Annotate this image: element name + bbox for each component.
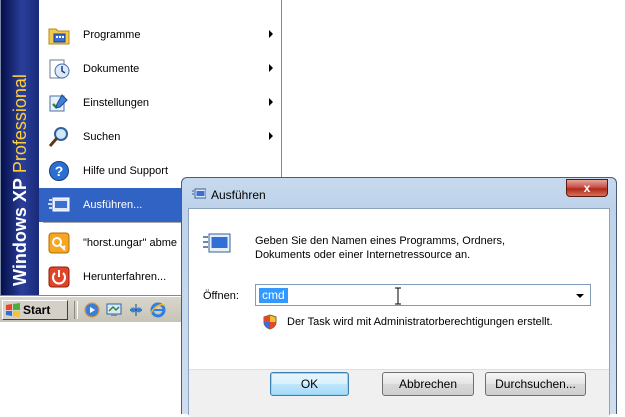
taskbar: Start (0, 296, 188, 322)
menu-item-label: Suchen (83, 131, 121, 143)
internet-explorer-icon[interactable] (150, 302, 166, 318)
menu-item-label: Dokumente (83, 63, 140, 75)
close-icon: x (583, 181, 591, 195)
run-icon (47, 193, 71, 217)
dialog-title: Ausführen (211, 188, 266, 202)
shutdown-icon (47, 265, 71, 289)
desktop-icon[interactable] (106, 302, 122, 318)
dialog-description: Geben Sie den Namen eines Programms, Ord… (255, 234, 595, 262)
menu-item-programme[interactable]: Programme (39, 18, 281, 52)
start-button[interactable]: Start (2, 300, 68, 320)
submenu-arrow-icon (269, 132, 273, 140)
brand-text: Windows XP Professional (10, 74, 31, 286)
submenu-arrow-icon (269, 30, 273, 38)
network-icon[interactable] (128, 302, 144, 318)
dialog-titlebar[interactable]: Ausführen x (182, 178, 616, 208)
menu-item-label: Herunterfahren... (83, 271, 167, 283)
documents-icon (47, 57, 71, 81)
cancel-button[interactable]: Abbrechen (382, 372, 474, 396)
submenu-arrow-icon (269, 98, 273, 106)
menu-item-suchen[interactable]: Suchen (39, 120, 281, 154)
menu-item-dokumente[interactable]: Dokumente (39, 52, 281, 86)
menu-item-einstellungen[interactable]: Einstellungen (39, 86, 281, 120)
brand-professional: Professional (10, 74, 30, 174)
close-button[interactable]: x (566, 179, 608, 197)
menu-item-label: Hilfe und Support (83, 165, 168, 177)
description-line: Geben Sie den Namen eines Programms, Ord… (255, 235, 506, 247)
admin-note: Der Task wird mit Administratorberechtig… (287, 316, 553, 328)
media-player-icon[interactable] (84, 302, 100, 318)
ok-button[interactable]: OK (270, 372, 349, 396)
menu-item-label: Ausführen... (83, 199, 143, 211)
brand-windows-xp: Windows XP (10, 178, 30, 286)
menu-item-label: Einstellungen (83, 97, 150, 109)
menu-item-label: "horst.ungar" abme (83, 237, 178, 249)
open-input-value[interactable]: cmd (259, 288, 288, 303)
menu-item-label: Programme (83, 29, 141, 41)
admin-shield-icon (263, 314, 277, 330)
run-dialog: Ausführen x Geben Sie den Namen eines Pr… (181, 177, 617, 417)
settings-icon (47, 91, 71, 115)
svg-text:?: ? (55, 163, 64, 179)
browse-button[interactable]: Durchsuchen... (485, 372, 586, 396)
open-combobox[interactable]: cmd (255, 284, 591, 306)
logoff-icon (47, 231, 71, 255)
open-label: Öffnen: (203, 290, 239, 302)
run-icon (192, 187, 207, 199)
help-icon: ? (47, 159, 71, 183)
start-label: Start (23, 303, 51, 317)
search-icon (47, 125, 71, 149)
description-line: Dokuments oder einer Internetressource a… (255, 249, 471, 261)
start-menu-brand-banner: Windows XP Professional (1, 0, 39, 295)
text-cursor-icon (393, 287, 403, 305)
chevron-down-icon[interactable] (576, 294, 584, 298)
run-large-icon (203, 233, 231, 255)
submenu-arrow-icon (269, 64, 273, 72)
programs-folder-icon (47, 23, 71, 47)
windows-flag-icon (6, 303, 20, 317)
taskbar-divider (74, 301, 78, 319)
